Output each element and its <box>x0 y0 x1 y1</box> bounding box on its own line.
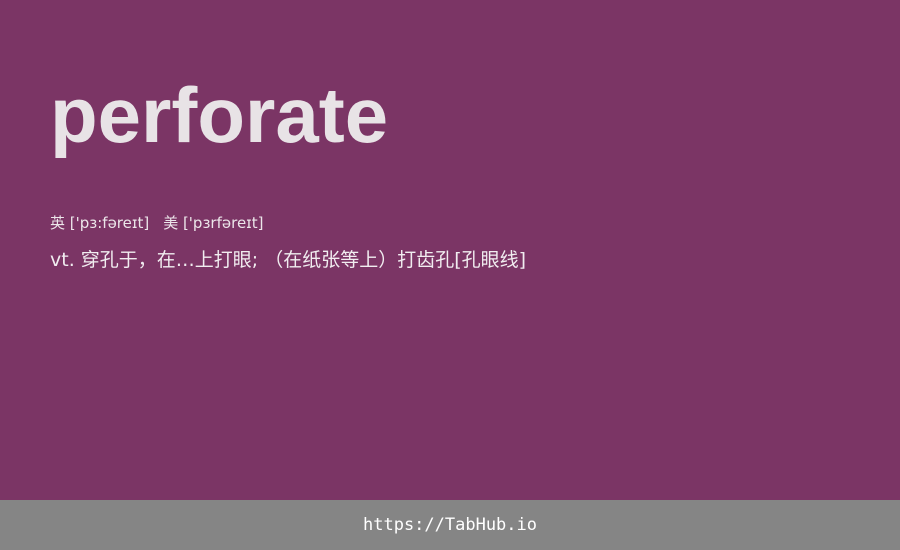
definition-text: vt. 穿孔于，在…上打眼; （在纸张等上）打齿孔[孔眼线] <box>50 249 527 271</box>
phonetic-us: 美 ['pɜrfəreɪt] <box>163 214 264 232</box>
headword: perforate <box>50 71 389 159</box>
footer-bar: https://TabHub.io <box>0 500 900 550</box>
footer-link[interactable]: https://TabHub.io <box>363 515 537 535</box>
phonetics-row: 英 ['pɜ:fəreɪt] 美 ['pɜrfəreɪt] <box>50 213 263 233</box>
word-card: perforate 英 ['pɜ:fəreɪt] 美 ['pɜrfəreɪt] v… <box>0 0 900 500</box>
phonetic-uk: 英 ['pɜ:fəreɪt] <box>50 214 150 232</box>
